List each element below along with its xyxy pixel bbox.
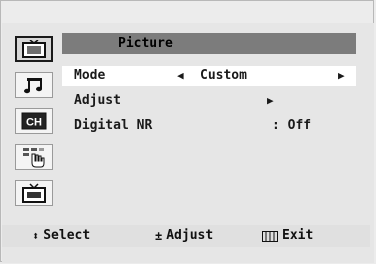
menu-row-mode[interactable]: Mode ◀ Custom ▶ — [62, 66, 356, 86]
menu-row-digital-nr[interactable]: Digital NR : Off — [62, 116, 356, 136]
setup-hand-icon — [23, 148, 45, 168]
plus-minus-icon: ± — [155, 229, 163, 243]
mode-value: Custom — [200, 68, 247, 83]
channel-icon: CH — [21, 112, 47, 130]
footer-hint-bar: ⬍ Select ± Adjust Exit — [2, 225, 370, 247]
footer-select-label: Select — [43, 228, 91, 243]
footer-adjust-label: Adjust — [166, 228, 214, 243]
submenu-arrow-icon[interactable]: ▶ — [267, 91, 274, 111]
footer-select: ⬍ Select — [32, 225, 90, 247]
sidebar-item-input[interactable] — [15, 180, 53, 206]
adjust-label: Adjust — [74, 93, 121, 108]
tv-picture-icon — [22, 40, 46, 58]
tv-input-icon — [22, 183, 46, 203]
menu-category-sidebar: CH — [12, 34, 60, 206]
digital-nr-value: : Off — [272, 118, 312, 133]
sidebar-item-sound[interactable] — [15, 72, 53, 98]
digital-nr-label: Digital NR — [74, 118, 153, 133]
left-arrow-icon[interactable]: ◀ — [177, 66, 184, 86]
sidebar-item-channel[interactable]: CH — [15, 108, 53, 134]
music-note-icon — [24, 78, 42, 94]
menu-row-adjust[interactable]: Adjust ▶ — [62, 91, 356, 111]
footer-exit-label: Exit — [282, 228, 314, 243]
right-arrow-icon[interactable]: ▶ — [338, 66, 345, 86]
sidebar-item-picture[interactable] — [15, 36, 53, 62]
menu-content: Picture Mode ◀ Custom ▶ Adjust ▶ Digital… — [62, 33, 360, 203]
sidebar-item-setup[interactable] — [15, 144, 53, 170]
menu-key-icon — [262, 230, 278, 242]
menu-title: Picture — [118, 36, 173, 51]
up-down-icon: ⬍ — [32, 229, 40, 243]
mode-label: Mode — [74, 68, 106, 83]
menu-title-bar: Picture — [62, 33, 356, 54]
footer-exit: Exit — [262, 225, 313, 247]
footer-adjust: ± Adjust — [155, 225, 213, 247]
svg-text:CH: CH — [26, 117, 42, 129]
